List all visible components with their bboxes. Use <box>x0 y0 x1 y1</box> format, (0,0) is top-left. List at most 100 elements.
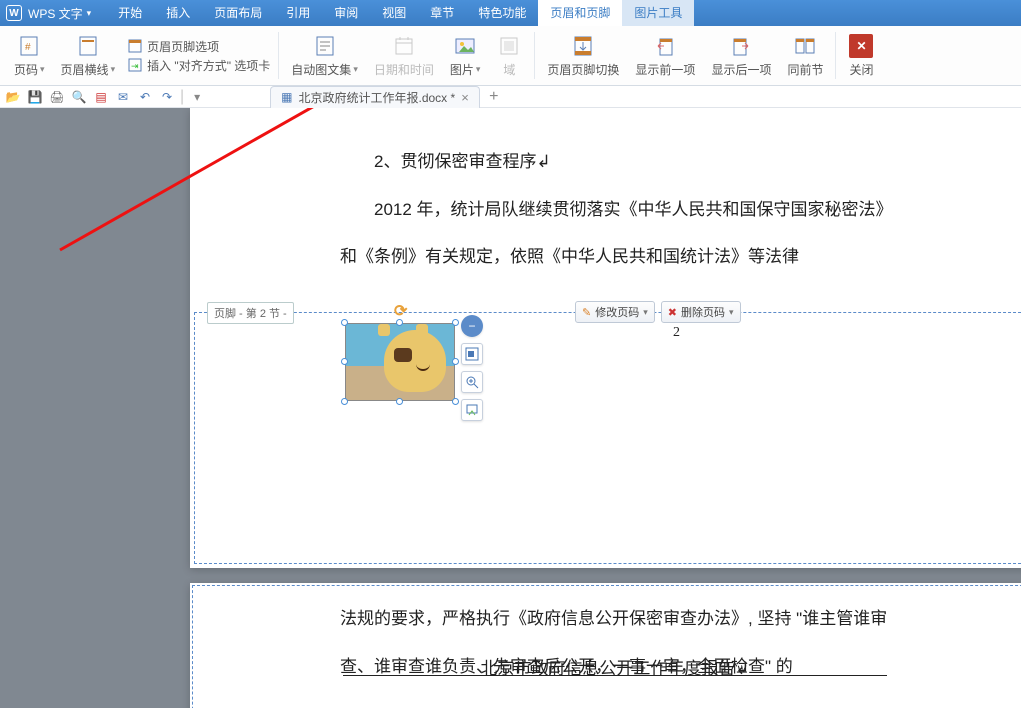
document-tab-close-icon[interactable]: × <box>461 90 469 105</box>
header-region[interactable]: 北京市政府信息公开工作年度报告↲ 页眉 - 第 2 节 - <box>192 585 1021 708</box>
tab-start[interactable]: 开始 <box>106 0 154 26</box>
tab-insert[interactable]: 插入 <box>154 0 202 26</box>
delete-icon: ✖ <box>668 306 677 319</box>
tab-references[interactable]: 引用 <box>274 0 322 26</box>
ribbon-close[interactable]: ✕ 关闭 <box>840 28 882 83</box>
quick-access-bar: 📂 💾 🖨 🔍 ▤ ✉ ↶ ↷ | ▾ ▦ 北京政府统计工作年报.docx * … <box>0 86 1021 108</box>
document-tab[interactable]: ▦ 北京政府统计工作年报.docx * × <box>270 86 480 108</box>
app-name: WPS 文字 <box>28 5 83 22</box>
modify-page-number-button[interactable]: ✎ 修改页码 ▾ <box>575 301 655 323</box>
image-content <box>345 323 455 401</box>
resize-handle[interactable] <box>396 319 403 326</box>
header-title: 北京市政府信息公开工作年度报告↲ <box>343 586 887 676</box>
autotext-icon <box>312 33 338 59</box>
ribbon-label: 自动图文集 <box>291 61 351 78</box>
page-body-text[interactable]: 2、贯彻保密审查程序↲ 2012 年，统计局队继续贯彻落实《中华人民共和国保守国… <box>190 108 1021 281</box>
page-number-value: 2 <box>673 325 680 341</box>
button-label: 修改页码 <box>595 304 639 320</box>
ribbon-label: 插入 "对齐方式" 选项卡 <box>147 57 270 74</box>
image-zoom-button[interactable] <box>461 371 483 393</box>
ribbon-datetime: 日期和时间 <box>366 28 442 83</box>
resize-handle[interactable] <box>452 358 459 365</box>
app-logo-icon <box>6 5 22 21</box>
ribbon-label: 页码 <box>14 61 38 78</box>
delete-page-number-button[interactable]: ✖ 删除页码 ▾ <box>661 301 741 323</box>
edit-icon: ✎ <box>582 306 591 319</box>
ribbon-small-group: 页眉页脚选项 ⇥插入 "对齐方式" 选项卡 <box>123 28 274 83</box>
document-tab-title: 北京政府统计工作年报.docx * <box>299 89 456 106</box>
rotate-handle-icon[interactable]: ⟳ <box>394 301 407 321</box>
ribbon-insert-align-tab[interactable]: ⇥插入 "对齐方式" 选项卡 <box>127 56 270 75</box>
ribbon-label: 关闭 <box>849 61 873 78</box>
ribbon-hf-options[interactable]: 页眉页脚选项 <box>127 37 219 56</box>
qat-undo-icon[interactable]: ↶ <box>136 88 154 106</box>
ribbon-show-prev[interactable]: 显示前一项 <box>627 28 703 83</box>
resize-handle[interactable] <box>341 358 348 365</box>
ribbon-header-line[interactable]: 页眉横线▾ <box>53 28 124 83</box>
ribbon-show-next[interactable]: 显示后一项 <box>703 28 779 83</box>
menu-tabs: 开始 插入 页面布局 引用 审阅 视图 章节 特色功能 页眉和页脚 图片工具 <box>106 0 694 26</box>
ribbon-page-number[interactable]: # 页码▾ <box>6 28 53 83</box>
doc-tab-ms-icon: ▦ <box>281 90 292 104</box>
hf-options-icon <box>127 38 143 54</box>
tab-view[interactable]: 视图 <box>370 0 418 26</box>
footer-section-tag: 页脚 - 第 2 节 - <box>207 302 294 324</box>
ribbon-autotext[interactable]: 自动图文集▾ <box>283 28 366 83</box>
resize-handle[interactable] <box>452 319 459 326</box>
image-crop-button[interactable] <box>461 399 483 421</box>
header-line-icon <box>75 33 101 59</box>
chevron-down-icon: ▾ <box>643 307 648 318</box>
ribbon-same-as-prev[interactable]: 同前节 <box>779 28 831 83</box>
qat-preview-icon[interactable]: 🔍 <box>70 88 88 106</box>
chevron-down-icon: ▾ <box>729 307 734 318</box>
svg-text:#: # <box>25 42 31 53</box>
image-remove-button[interactable]: − <box>461 315 483 337</box>
ribbon-hf-switch[interactable]: 页眉页脚切换 <box>539 28 627 83</box>
ribbon-field: 域 <box>488 28 530 83</box>
field-icon <box>496 33 522 59</box>
tab-review[interactable]: 审阅 <box>322 0 370 26</box>
resize-handle[interactable] <box>396 398 403 405</box>
qat-mail-icon[interactable]: ✉ <box>114 88 132 106</box>
page-2: 北京市政府信息公开工作年度报告↲ 页眉 - 第 2 节 - 法规的要求，严格执行… <box>190 583 1021 708</box>
tab-picture-tools[interactable]: 图片工具 <box>622 0 694 26</box>
app-dropdown-icon[interactable]: ▾ <box>87 8 92 19</box>
qat-print-icon[interactable]: 🖨 <box>48 88 66 106</box>
resize-handle[interactable] <box>452 398 459 405</box>
ribbon-label: 图片 <box>450 61 474 78</box>
titlebar: WPS 文字 ▾ 开始 插入 页面布局 引用 审阅 视图 章节 特色功能 页眉和… <box>0 0 1021 26</box>
prev-icon <box>652 33 678 59</box>
qat-export-pdf-icon[interactable]: ▤ <box>92 88 110 106</box>
paragraph: 2、贯彻保密审查程序↲ <box>340 138 890 186</box>
qat-redo-icon[interactable]: ↷ <box>158 88 176 106</box>
ribbon-picture[interactable]: 图片▾ <box>442 28 489 83</box>
resize-handle[interactable] <box>341 398 348 405</box>
document-workspace: 2、贯彻保密审查程序↲ 2012 年，统计局队继续贯彻落实《中华人民共和国保守国… <box>0 108 1021 708</box>
same-prev-icon <box>792 33 818 59</box>
qat-open-icon[interactable]: 📂 <box>4 88 22 106</box>
paragraph: 2012 年，统计局队继续贯彻落实《中华人民共和国保守国家秘密法》和《条例》有关… <box>340 186 890 281</box>
image-layout-button[interactable] <box>461 343 483 365</box>
footer-controls: ✎ 修改页码 ▾ ✖ 删除页码 ▾ <box>575 301 741 323</box>
ribbon-label: 日期和时间 <box>374 61 434 78</box>
align-tab-icon: ⇥ <box>127 57 143 73</box>
tab-chapter[interactable]: 章节 <box>418 0 466 26</box>
inserted-image[interactable]: ⟳ − <box>345 323 455 401</box>
qat-overflow-icon[interactable]: ▾ <box>188 88 206 106</box>
page-number-icon: # <box>16 33 42 59</box>
next-icon <box>728 33 754 59</box>
qat-save-icon[interactable]: 💾 <box>26 88 44 106</box>
new-tab-button[interactable]: + <box>484 88 504 106</box>
footer-region[interactable]: 页脚 - 第 2 节 - ✎ 修改页码 ▾ ✖ 删除页码 ▾ 2 ⟳ <box>194 312 1021 564</box>
ribbon-label: 页眉横线 <box>61 61 109 78</box>
close-icon: ✕ <box>848 33 874 59</box>
tab-layout[interactable]: 页面布局 <box>202 0 274 26</box>
calendar-icon <box>391 33 417 59</box>
tab-special[interactable]: 特色功能 <box>466 0 538 26</box>
ribbon-label: 域 <box>503 61 515 78</box>
resize-handle[interactable] <box>341 319 348 326</box>
ribbon: # 页码▾ 页眉横线▾ 页眉页脚选项 ⇥插入 "对齐方式" 选项卡 自动图文集▾… <box>0 26 1021 86</box>
ribbon-label: 显示前一项 <box>635 61 695 78</box>
ribbon-label: 同前节 <box>787 61 823 78</box>
tab-header-footer[interactable]: 页眉和页脚 <box>538 0 622 26</box>
